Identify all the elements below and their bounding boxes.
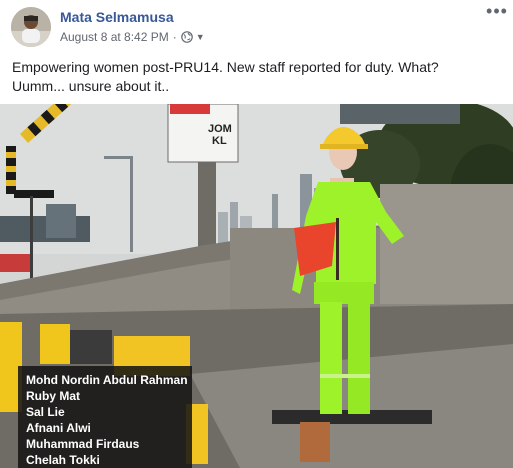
more-options-icon[interactable]: ••• <box>486 2 508 22</box>
avatar[interactable] <box>11 7 51 47</box>
post-meta: August 8 at 8:42 PM · ▼ <box>60 30 205 44</box>
post-text-line: Uumm... unsure about it.. <box>12 78 170 94</box>
avatar-image <box>11 7 51 47</box>
globe-icon[interactable] <box>180 31 193 43</box>
billboard-text: KL <box>212 135 227 147</box>
tag-list: Mohd Nordin Abdul Rahman Ruby Mat Sal Li… <box>18 366 192 468</box>
post-text-line: Empowering women post-PRU14. New staff r… <box>12 59 439 75</box>
tag-name[interactable]: Mohd Nordin Abdul Rahman <box>26 373 188 387</box>
tag-name[interactable]: Muhammad Firdaus <box>26 437 139 451</box>
author-name[interactable]: Mata Selmamusa <box>60 9 174 25</box>
tag-name[interactable]: Ruby Mat <box>26 389 80 403</box>
tag-name[interactable]: Chelah Tokki <box>26 453 100 467</box>
tag-name[interactable]: Sal Lie <box>26 405 65 419</box>
post-timestamp[interactable]: August 8 at 8:42 PM <box>60 30 169 44</box>
tag-name[interactable]: Afnani Alwi <box>26 421 91 435</box>
billboard-text: JOM <box>208 123 232 135</box>
post-header: Mata Selmamusa August 8 at 8:42 PM · ▼ •… <box>0 0 513 52</box>
post-text: Empowering women post-PRU14. New staff r… <box>12 58 502 96</box>
meta-separator: · <box>172 30 177 44</box>
post-photo[interactable]: JOM KL Mohd Nordin Abdul Rahman Ruby Mat… <box>0 104 513 468</box>
caret-down-icon[interactable]: ▼ <box>196 32 205 42</box>
